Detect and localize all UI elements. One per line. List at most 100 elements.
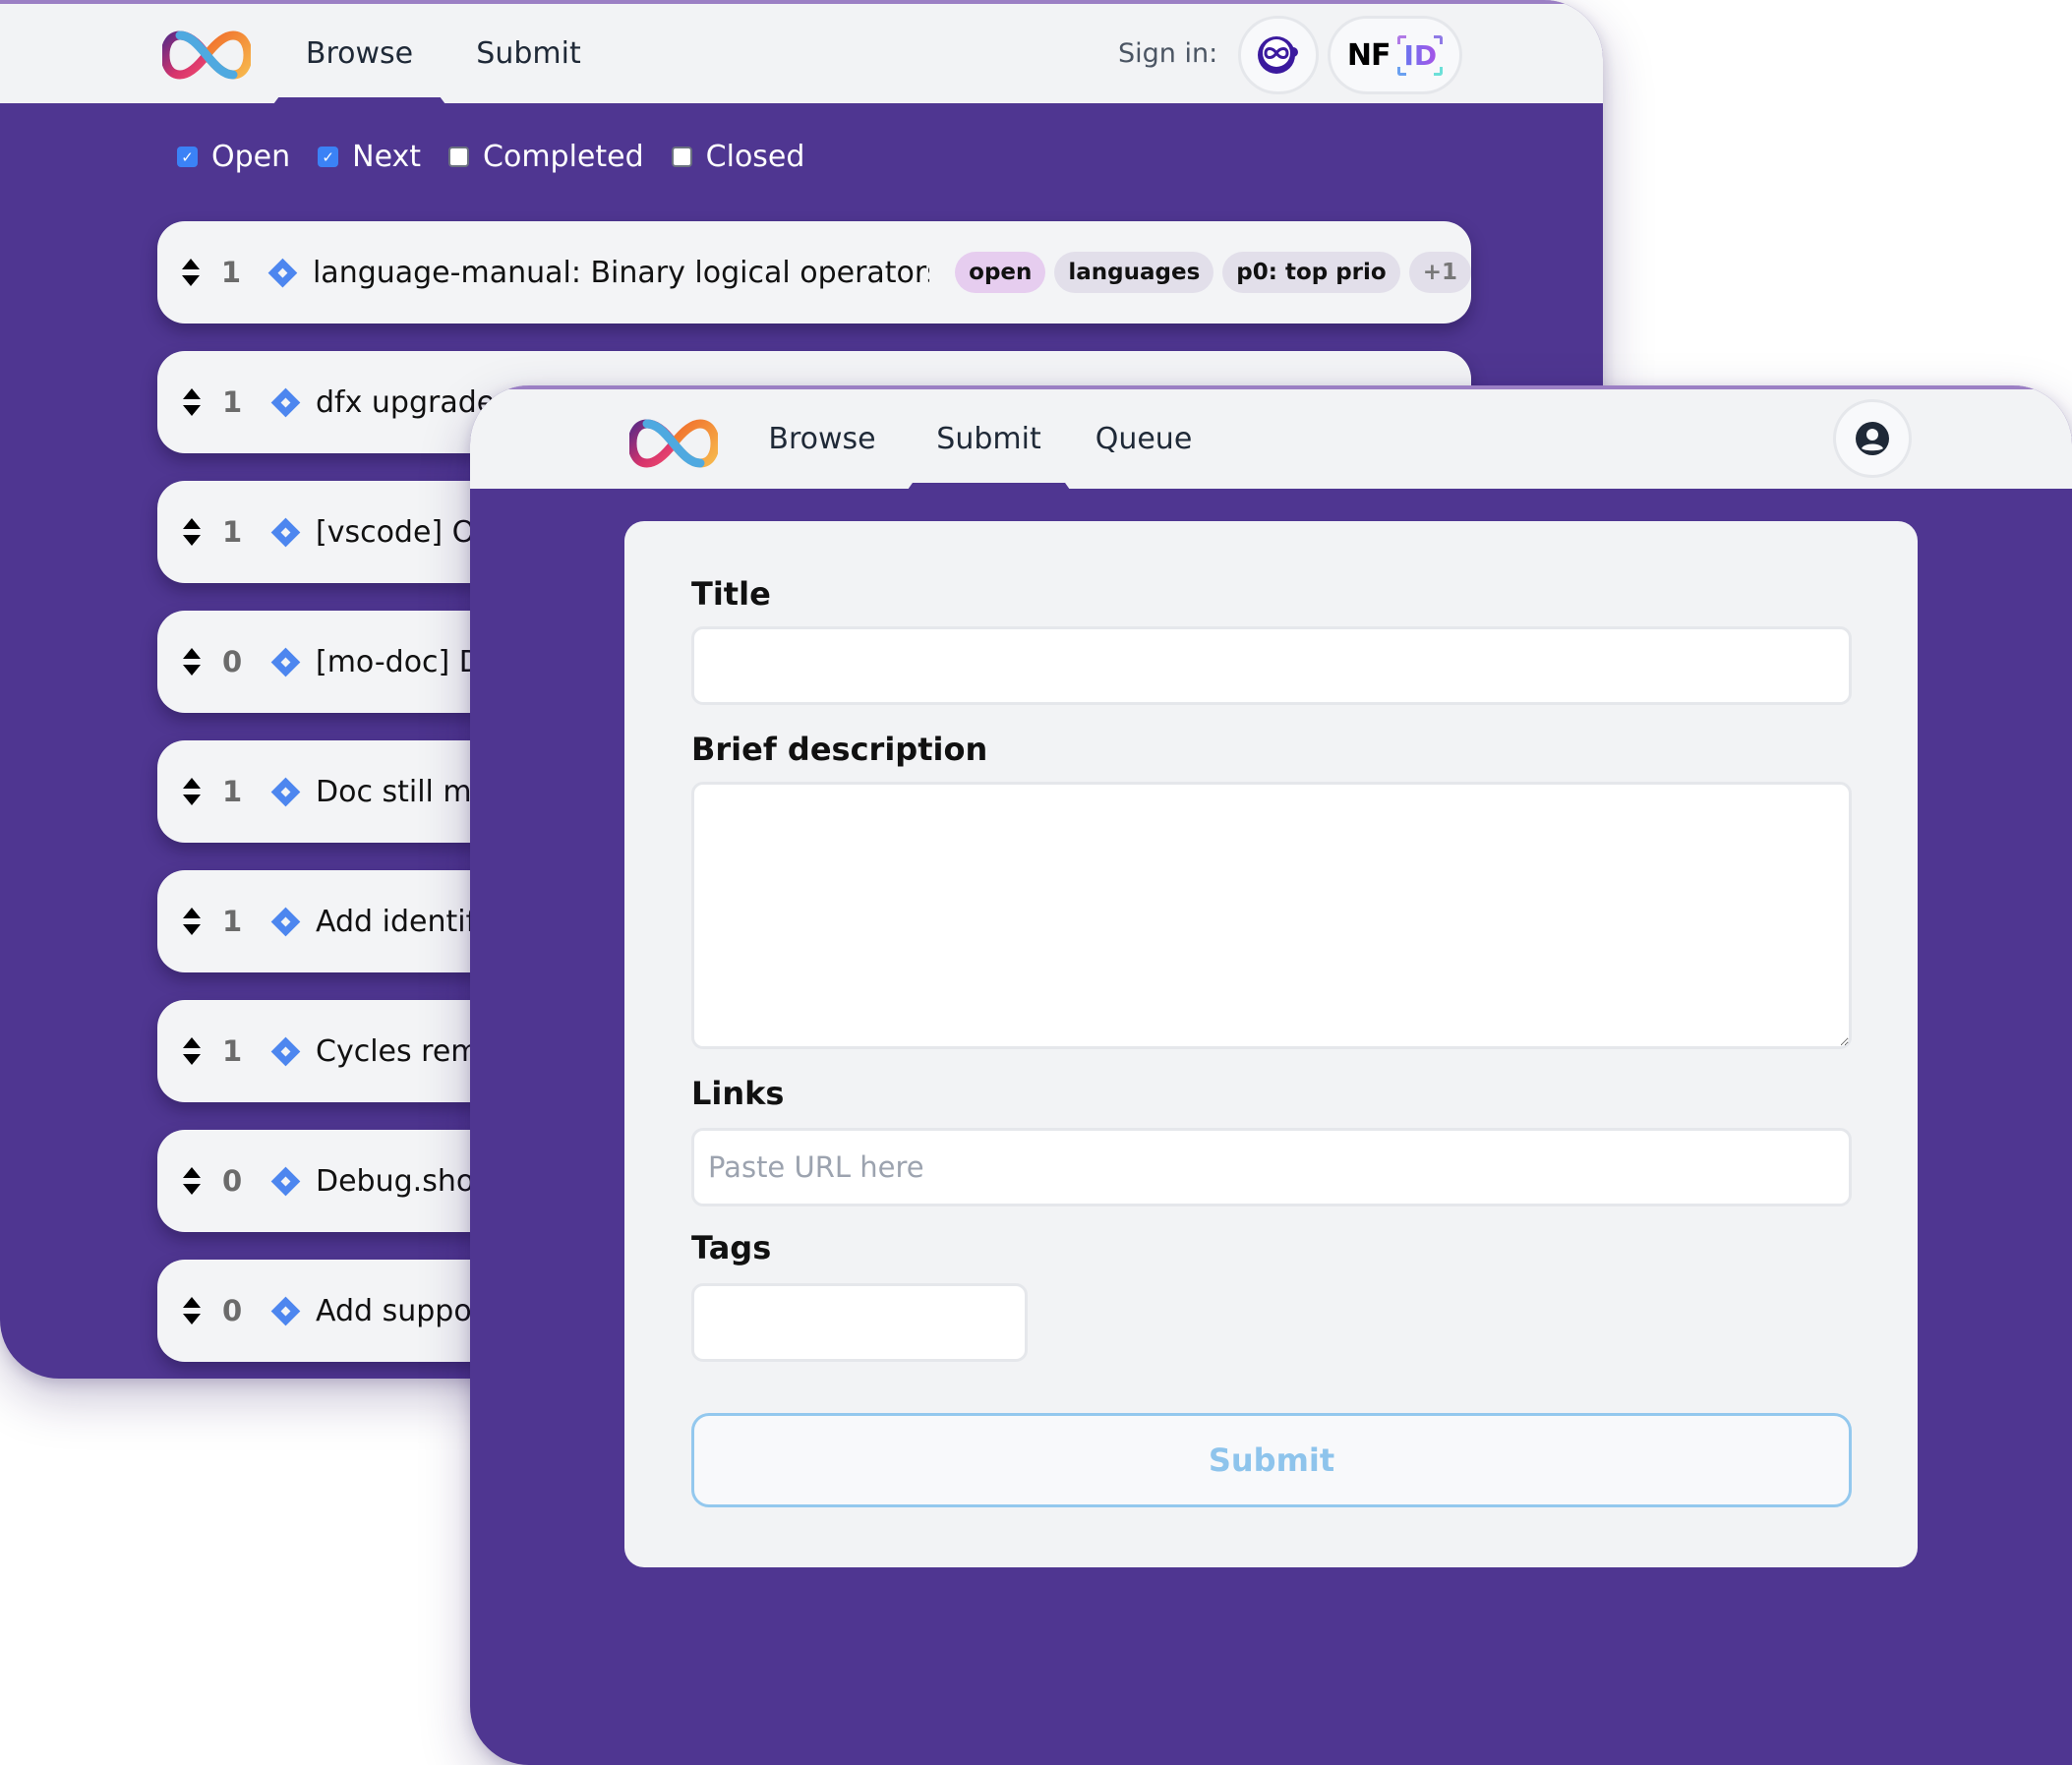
filter-next-label: Next: [352, 140, 422, 174]
vote-control[interactable]: [181, 1167, 203, 1195]
checkbox-checked-icon[interactable]: ✓: [177, 147, 198, 167]
vote-count: 1: [222, 905, 243, 938]
filter-closed[interactable]: Closed: [671, 140, 805, 174]
vote-control[interactable]: [181, 778, 203, 805]
filter-closed-label: Closed: [705, 140, 805, 174]
upvote-arrow-icon[interactable]: [183, 1167, 201, 1178]
upvote-arrow-icon[interactable]: [183, 388, 201, 399]
vote-count: 0: [222, 645, 243, 678]
downvote-arrow-icon[interactable]: [183, 535, 201, 546]
internet-identity-button[interactable]: [1238, 16, 1319, 94]
downvote-arrow-icon[interactable]: [182, 275, 201, 286]
tab-browse-label: Browse: [768, 422, 876, 456]
active-tab-indicator: [908, 483, 1070, 490]
checkbox-unchecked-icon[interactable]: [671, 147, 692, 167]
upvote-arrow-icon[interactable]: [183, 908, 201, 918]
tab-submit-label: Submit: [476, 36, 581, 71]
filter-open[interactable]: ✓ Open: [177, 140, 290, 174]
issue-diamond-icon: [270, 1036, 301, 1066]
upvote-arrow-icon[interactable]: [183, 1297, 201, 1308]
submit-window: Browse Submit Queue Title Brief descript…: [470, 385, 2072, 1765]
filter-next[interactable]: ✓ Next: [318, 140, 421, 174]
issue-diamond-icon: [270, 1296, 301, 1325]
vote-control[interactable]: [181, 259, 202, 286]
infinity-logo-icon[interactable]: [629, 419, 718, 468]
issue-title[interactable]: language-manual: Binary logical operator…: [313, 256, 929, 290]
issue-row[interactable]: 1 language-manual: Binary logical operat…: [157, 221, 1471, 324]
tab-submit[interactable]: Submit: [462, 4, 595, 103]
links-input[interactable]: [691, 1128, 1852, 1206]
vote-count: 0: [222, 1164, 243, 1198]
upvote-arrow-icon[interactable]: [182, 259, 201, 269]
upvote-arrow-icon[interactable]: [183, 518, 201, 529]
filter-open-label: Open: [211, 140, 291, 174]
downvote-arrow-icon[interactable]: [183, 794, 201, 805]
browse-header: Browse Submit Sign in: NF ID: [0, 0, 1603, 104]
vote-count: 1: [220, 256, 242, 289]
sign-in-label: Sign in:: [1118, 38, 1218, 69]
filter-completed[interactable]: Completed: [448, 140, 644, 174]
issue-tags: open languages p0: top prio +1: [955, 252, 1471, 293]
issue-diamond-icon: [267, 258, 298, 287]
downvote-arrow-icon[interactable]: [183, 1314, 201, 1324]
issue-diamond-icon: [270, 1166, 301, 1196]
issue-diamond-icon: [270, 777, 301, 806]
vote-control[interactable]: [181, 908, 203, 935]
tags-input[interactable]: [691, 1283, 1028, 1362]
nfid-logo-text: NF: [1346, 37, 1391, 73]
tags-label: Tags: [691, 1229, 772, 1266]
tag-priority[interactable]: p0: top prio: [1222, 252, 1400, 293]
vote-control[interactable]: [181, 518, 203, 546]
vote-count: 1: [222, 515, 243, 549]
status-filters: ✓ Open ✓ Next Completed Closed: [177, 140, 832, 174]
submit-button[interactable]: Submit: [691, 1413, 1852, 1507]
submit-header: Browse Submit Queue: [470, 385, 2072, 490]
issue-diamond-icon: [270, 907, 301, 936]
vote-control[interactable]: [181, 1037, 203, 1065]
downvote-arrow-icon[interactable]: [183, 405, 201, 416]
account-button[interactable]: [1833, 399, 1912, 478]
nfid-id-text: ID: [1403, 38, 1438, 72]
nfid-id-badge: ID: [1397, 34, 1444, 76]
filter-completed-label: Completed: [483, 140, 644, 174]
submit-form: Title Brief description Links Tags Submi…: [624, 521, 1918, 1567]
vote-control[interactable]: [181, 648, 203, 676]
vote-count: 1: [222, 1034, 243, 1068]
vote-count: 0: [222, 1294, 243, 1327]
downvote-arrow-icon[interactable]: [183, 665, 201, 676]
infinity-logo-icon[interactable]: [162, 30, 251, 80]
description-textarea[interactable]: [691, 782, 1852, 1049]
tag-languages[interactable]: languages: [1054, 252, 1214, 293]
tab-queue-label: Queue: [1095, 422, 1193, 456]
vote-count: 1: [222, 775, 243, 808]
user-circle-icon: [1856, 422, 1889, 455]
tab-browse-label: Browse: [305, 36, 414, 71]
tab-queue[interactable]: Queue: [1085, 389, 1203, 489]
vote-count: 1: [222, 385, 243, 419]
title-input[interactable]: [691, 626, 1852, 705]
issue-diamond-icon: [270, 647, 301, 677]
downvote-arrow-icon[interactable]: [183, 1054, 201, 1065]
upvote-arrow-icon[interactable]: [183, 778, 201, 789]
title-label: Title: [691, 575, 771, 613]
nfid-button[interactable]: NF ID: [1328, 16, 1462, 94]
issue-diamond-icon: [270, 517, 301, 547]
tag-more-count[interactable]: +1: [1408, 252, 1471, 293]
tab-submit[interactable]: Submit: [908, 389, 1070, 490]
upvote-arrow-icon[interactable]: [183, 648, 201, 659]
vote-control[interactable]: [181, 388, 203, 416]
internet-identity-icon: [1258, 36, 1298, 74]
links-label: Links: [691, 1075, 785, 1112]
issue-diamond-icon: [270, 387, 301, 417]
tab-browse[interactable]: Browse: [758, 389, 886, 489]
upvote-arrow-icon[interactable]: [183, 1037, 201, 1048]
tag-open[interactable]: open: [955, 252, 1046, 293]
description-label: Brief description: [691, 731, 988, 768]
downvote-arrow-icon[interactable]: [183, 1184, 201, 1195]
checkbox-unchecked-icon[interactable]: [448, 147, 470, 167]
checkbox-checked-icon[interactable]: ✓: [318, 147, 339, 167]
vote-control[interactable]: [181, 1297, 203, 1324]
tab-browse[interactable]: Browse: [273, 4, 445, 104]
active-tab-indicator: [273, 97, 445, 104]
downvote-arrow-icon[interactable]: [183, 924, 201, 935]
